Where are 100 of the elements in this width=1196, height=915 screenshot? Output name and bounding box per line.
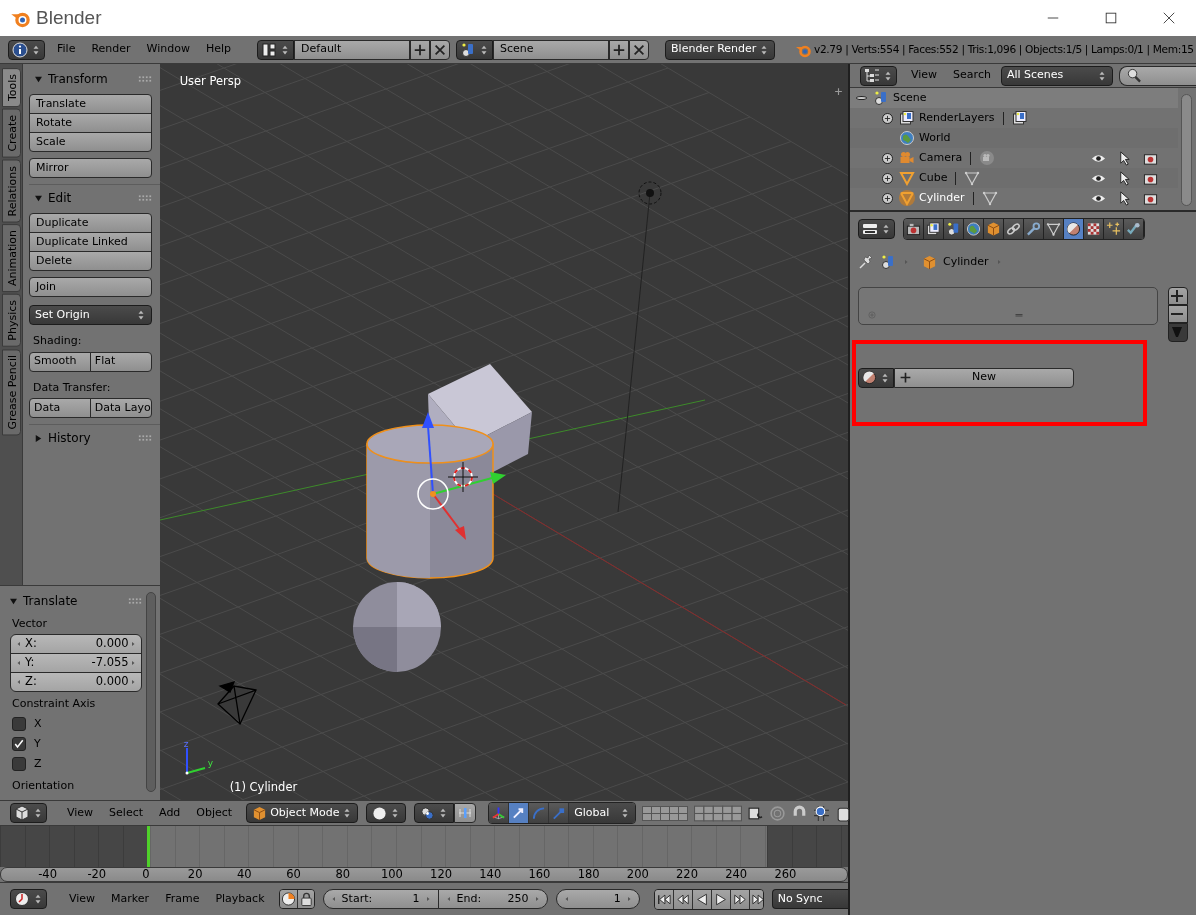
number-field[interactable]: Z: 0.000 bbox=[10, 671, 142, 692]
menu-item[interactable]: Window bbox=[138, 41, 198, 58]
tool-button[interactable]: Mirror bbox=[29, 158, 152, 178]
panel-header[interactable]: History bbox=[29, 427, 152, 449]
panel-header[interactable]: Edit bbox=[29, 187, 152, 209]
selectable-pointer-icon[interactable] bbox=[1117, 170, 1132, 186]
origin-dropdown[interactable]: Set Origin bbox=[29, 305, 152, 325]
tool-tab[interactable]: Physics bbox=[2, 294, 21, 347]
scrollbar[interactable] bbox=[1181, 94, 1192, 206]
add-scene-button[interactable] bbox=[609, 39, 630, 60]
scene-icon[interactable] bbox=[944, 219, 964, 239]
maximize-icon[interactable] bbox=[1104, 11, 1118, 25]
timeline-track[interactable] bbox=[0, 826, 147, 867]
editor-type-button[interactable] bbox=[860, 65, 897, 86]
panel-header[interactable]: Transform bbox=[29, 68, 152, 90]
layout-selector[interactable] bbox=[257, 39, 295, 60]
menu-item[interactable]: File bbox=[49, 41, 84, 58]
editor-type-button[interactable] bbox=[858, 219, 895, 239]
play-reverse-icon[interactable] bbox=[692, 889, 712, 909]
checkbox[interactable] bbox=[12, 757, 26, 771]
cube-icon[interactable] bbox=[984, 219, 1004, 239]
scene-selector[interactable] bbox=[456, 39, 494, 60]
menu-item[interactable]: Marker bbox=[103, 890, 158, 908]
editor-type-button[interactable] bbox=[8, 39, 45, 60]
shading-dropdown[interactable] bbox=[366, 803, 407, 823]
tool-button[interactable]: Translate bbox=[29, 94, 152, 114]
material-browse-button[interactable] bbox=[858, 367, 894, 388]
scale-icon[interactable] bbox=[549, 803, 570, 823]
tool-button[interactable]: Duplicate bbox=[29, 213, 152, 233]
auto-key-icon[interactable] bbox=[279, 890, 298, 908]
selectable-pointer-icon[interactable] bbox=[1117, 150, 1132, 166]
frame-ruler[interactable]: -40 -20 0 20 40 60 80 100 120 140 160 180 200 220 240 260 bbox=[0, 867, 848, 882]
snap-target-icon[interactable] bbox=[813, 804, 831, 822]
delete-scene-button[interactable] bbox=[629, 39, 650, 60]
previous-keyframe-icon[interactable] bbox=[673, 889, 693, 909]
add-layout-button[interactable] bbox=[410, 39, 431, 60]
menu-item[interactable]: Frame bbox=[157, 890, 208, 908]
menu-item[interactable]: Search bbox=[945, 67, 999, 84]
physics-icon[interactable] bbox=[1124, 219, 1144, 239]
outliner-row[interactable]: World bbox=[850, 128, 1178, 148]
link-icon[interactable] bbox=[1004, 219, 1024, 239]
mode-dropdown[interactable]: Object Mode bbox=[246, 803, 359, 823]
expand-icon[interactable] bbox=[882, 112, 893, 124]
remove-slot-button[interactable] bbox=[1168, 305, 1188, 323]
number-field[interactable]: X: 0.000 bbox=[10, 633, 142, 654]
menu-item[interactable]: View bbox=[61, 890, 104, 908]
outliner-row[interactable]: Cylinder bbox=[850, 188, 1178, 208]
wrench-icon[interactable] bbox=[1024, 219, 1044, 239]
particles-icon[interactable] bbox=[1104, 219, 1124, 239]
expand-icon[interactable] bbox=[882, 152, 893, 164]
checkbox[interactable] bbox=[12, 737, 26, 751]
axes-icon[interactable] bbox=[489, 803, 510, 823]
layer-grid[interactable] bbox=[642, 804, 689, 822]
material-icon[interactable] bbox=[1064, 219, 1084, 239]
tool-button[interactable]: Scale bbox=[29, 132, 152, 152]
scene-name-field[interactable]: Scene bbox=[493, 39, 610, 60]
expand-icon[interactable] bbox=[882, 172, 893, 184]
render-layers-icon[interactable] bbox=[924, 219, 944, 239]
tool-button[interactable]: Duplicate Linked bbox=[29, 232, 152, 252]
outliner-row[interactable]: Camera bbox=[850, 148, 1178, 168]
close-icon[interactable] bbox=[1162, 11, 1176, 25]
render-engine-dropdown[interactable]: Blender Render bbox=[665, 39, 776, 60]
tool-tab[interactable]: Relations bbox=[2, 159, 21, 223]
camera-icon[interactable] bbox=[904, 219, 924, 239]
manipulator-toggle[interactable] bbox=[454, 803, 477, 823]
region-toggle-icon[interactable] bbox=[834, 87, 843, 96]
menu-item[interactable]: View bbox=[59, 804, 102, 822]
editor-type-button[interactable] bbox=[10, 889, 47, 909]
new-material-button[interactable]: New bbox=[894, 367, 1074, 388]
expand-icon[interactable] bbox=[882, 192, 893, 204]
tool-tab[interactable]: Create bbox=[2, 109, 21, 158]
tool-button[interactable]: Join bbox=[29, 277, 152, 297]
jump-start-icon[interactable] bbox=[654, 889, 674, 909]
selectable-pointer-icon[interactable] bbox=[1117, 190, 1132, 206]
world-icon[interactable] bbox=[964, 219, 984, 239]
mesh-data-icon[interactable] bbox=[1044, 219, 1064, 239]
menu-item[interactable]: Add bbox=[151, 804, 189, 822]
checkbox[interactable] bbox=[12, 717, 26, 731]
menu-item[interactable]: View bbox=[903, 67, 946, 84]
number-field[interactable]: Y: -7.055 bbox=[10, 652, 142, 673]
tool-button[interactable]: Data Layo bbox=[89, 398, 152, 418]
sync-dropdown[interactable]: No Sync bbox=[771, 889, 848, 909]
menu-item[interactable]: Object bbox=[188, 804, 241, 822]
orientation-dropdown[interactable]: Global bbox=[569, 803, 636, 823]
delete-layout-button[interactable] bbox=[430, 39, 451, 60]
outliner-row[interactable]: Scene bbox=[850, 88, 1178, 108]
tool-button[interactable]: Delete bbox=[29, 251, 152, 271]
tool-button[interactable]: Rotate bbox=[29, 113, 152, 133]
tool-button[interactable]: Flat bbox=[89, 351, 152, 372]
menu-item[interactable]: Render bbox=[83, 41, 139, 58]
tool-tab[interactable]: Tools bbox=[2, 68, 21, 108]
tool-tab[interactable]: Grease Pencil bbox=[2, 348, 21, 436]
next-keyframe-icon[interactable] bbox=[730, 889, 750, 909]
layout-name-field[interactable]: Default bbox=[294, 39, 411, 60]
menu-item[interactable]: Help bbox=[197, 41, 240, 58]
outliner-row[interactable]: Cube bbox=[850, 168, 1178, 188]
tool-button[interactable]: Smooth bbox=[29, 351, 91, 372]
menu-item[interactable]: Playback bbox=[207, 890, 273, 908]
editor-type-button[interactable] bbox=[10, 803, 47, 823]
add-slot-button[interactable] bbox=[1168, 286, 1188, 305]
